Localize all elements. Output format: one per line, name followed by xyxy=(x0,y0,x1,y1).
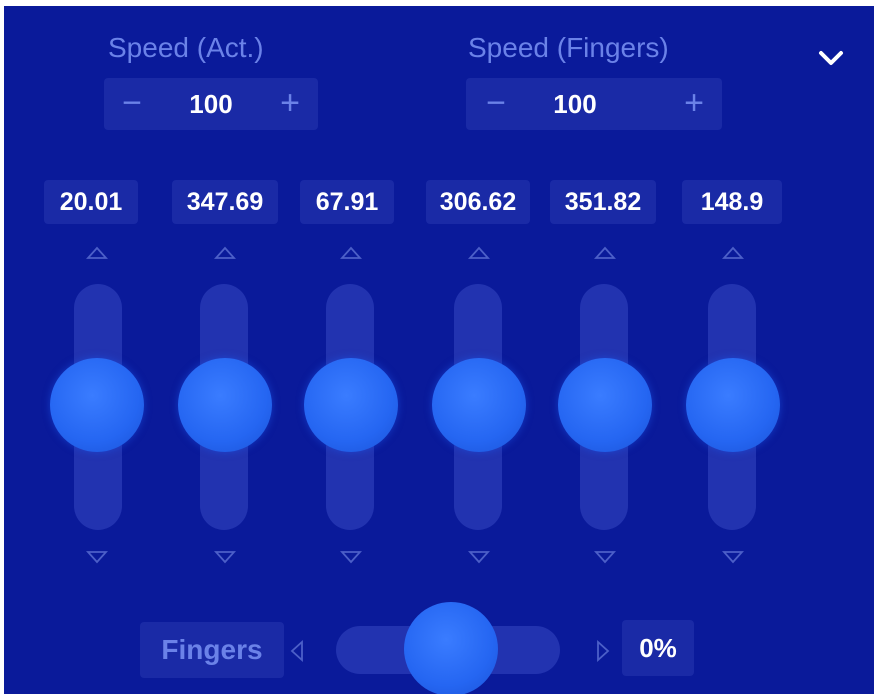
speed-fingers-label: Speed (Fingers) xyxy=(468,32,669,63)
triangle-up-icon[interactable] xyxy=(213,246,237,260)
joint-5-value[interactable]: 351.82 xyxy=(550,180,656,224)
speed-act-value[interactable]: 100 xyxy=(164,78,258,130)
joint-6-value[interactable]: 148.9 xyxy=(682,180,782,224)
speed-act-label: Speed (Act.) xyxy=(108,32,264,63)
control-panel: Speed (Act.) − 100 + Speed (Fingers) − 1… xyxy=(4,6,874,694)
speed-fingers-increment-button[interactable]: + xyxy=(674,78,714,130)
joint-3-knob[interactable] xyxy=(304,358,398,452)
joint-4-value[interactable]: 306.62 xyxy=(426,180,530,224)
fingers-percent-value[interactable]: 0% xyxy=(622,620,694,676)
joint-5-knob[interactable] xyxy=(558,358,652,452)
triangle-down-icon[interactable] xyxy=(721,550,745,564)
triangle-up-icon[interactable] xyxy=(85,246,109,260)
speed-act-increment-button[interactable]: + xyxy=(270,78,310,130)
triangle-up-icon[interactable] xyxy=(593,246,617,260)
triangle-left-icon[interactable] xyxy=(290,639,304,663)
speed-fingers-stepper: − 100 + xyxy=(466,78,722,130)
speed-fingers-value[interactable]: 100 xyxy=(528,78,622,130)
joint-2-value[interactable]: 347.69 xyxy=(172,180,278,224)
triangle-right-icon[interactable] xyxy=(596,639,610,663)
fingers-slider-knob[interactable] xyxy=(404,602,498,694)
triangle-up-icon[interactable] xyxy=(467,246,491,260)
triangle-down-icon[interactable] xyxy=(339,550,363,564)
joint-1-knob[interactable] xyxy=(50,358,144,452)
joint-3-value[interactable]: 67.91 xyxy=(300,180,394,224)
triangle-down-icon[interactable] xyxy=(85,550,109,564)
joint-2-knob[interactable] xyxy=(178,358,272,452)
chevron-down-icon[interactable] xyxy=(816,46,846,70)
joint-6-knob[interactable] xyxy=(686,358,780,452)
speed-act-stepper: − 100 + xyxy=(104,78,318,130)
triangle-down-icon[interactable] xyxy=(593,550,617,564)
speed-fingers-decrement-button[interactable]: − xyxy=(476,78,516,130)
triangle-up-icon[interactable] xyxy=(339,246,363,260)
triangle-down-icon[interactable] xyxy=(467,550,491,564)
fingers-label: Fingers xyxy=(140,622,284,678)
triangle-down-icon[interactable] xyxy=(213,550,237,564)
joint-1-value[interactable]: 20.01 xyxy=(44,180,138,224)
joint-4-knob[interactable] xyxy=(432,358,526,452)
speed-act-decrement-button[interactable]: − xyxy=(112,78,152,130)
triangle-up-icon[interactable] xyxy=(721,246,745,260)
